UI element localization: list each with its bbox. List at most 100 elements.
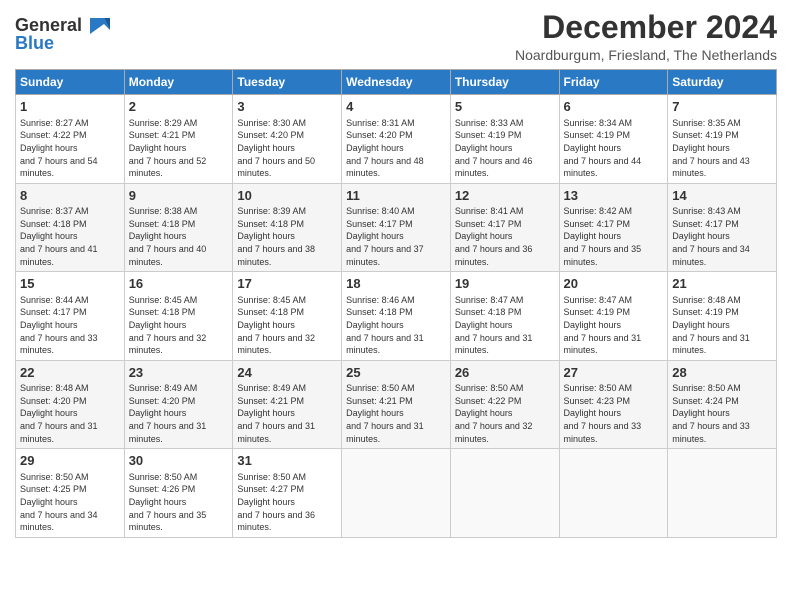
day-number: 26	[455, 364, 555, 382]
header: General Blue December 2024 Noardburgum, …	[15, 10, 777, 63]
cell-info: Sunrise: 8:38 AM Sunset: 4:18 PM Dayligh…	[129, 205, 229, 268]
day-number: 3	[237, 98, 337, 116]
day-cell: 20 Sunrise: 8:47 AM Sunset: 4:19 PM Dayl…	[559, 272, 668, 361]
day-cell	[559, 449, 668, 538]
cell-info: Sunrise: 8:37 AM Sunset: 4:18 PM Dayligh…	[20, 205, 120, 268]
page: General Blue December 2024 Noardburgum, …	[0, 0, 792, 612]
day-number: 9	[129, 187, 229, 205]
day-number: 13	[564, 187, 664, 205]
cell-info: Sunrise: 8:50 AM Sunset: 4:23 PM Dayligh…	[564, 382, 664, 445]
cell-info: Sunrise: 8:46 AM Sunset: 4:18 PM Dayligh…	[346, 294, 446, 357]
day-cell: 4 Sunrise: 8:31 AM Sunset: 4:20 PM Dayli…	[342, 95, 451, 184]
cell-info: Sunrise: 8:49 AM Sunset: 4:20 PM Dayligh…	[129, 382, 229, 445]
day-number: 4	[346, 98, 446, 116]
cell-info: Sunrise: 8:39 AM Sunset: 4:18 PM Dayligh…	[237, 205, 337, 268]
col-header-tuesday: Tuesday	[233, 70, 342, 95]
day-number: 17	[237, 275, 337, 293]
cell-info: Sunrise: 8:50 AM Sunset: 4:21 PM Dayligh…	[346, 382, 446, 445]
cell-info: Sunrise: 8:30 AM Sunset: 4:20 PM Dayligh…	[237, 117, 337, 180]
day-number: 12	[455, 187, 555, 205]
day-cell: 23 Sunrise: 8:49 AM Sunset: 4:20 PM Dayl…	[124, 360, 233, 449]
week-row-1: 1 Sunrise: 8:27 AM Sunset: 4:22 PM Dayli…	[16, 95, 777, 184]
cell-info: Sunrise: 8:41 AM Sunset: 4:17 PM Dayligh…	[455, 205, 555, 268]
day-cell: 21 Sunrise: 8:48 AM Sunset: 4:19 PM Dayl…	[668, 272, 777, 361]
cell-info: Sunrise: 8:48 AM Sunset: 4:20 PM Dayligh…	[20, 382, 120, 445]
day-cell: 10 Sunrise: 8:39 AM Sunset: 4:18 PM Dayl…	[233, 183, 342, 272]
day-cell: 8 Sunrise: 8:37 AM Sunset: 4:18 PM Dayli…	[16, 183, 125, 272]
day-cell: 7 Sunrise: 8:35 AM Sunset: 4:19 PM Dayli…	[668, 95, 777, 184]
day-cell: 26 Sunrise: 8:50 AM Sunset: 4:22 PM Dayl…	[450, 360, 559, 449]
day-cell	[668, 449, 777, 538]
day-cell: 27 Sunrise: 8:50 AM Sunset: 4:23 PM Dayl…	[559, 360, 668, 449]
day-cell: 28 Sunrise: 8:50 AM Sunset: 4:24 PM Dayl…	[668, 360, 777, 449]
cell-info: Sunrise: 8:50 AM Sunset: 4:27 PM Dayligh…	[237, 471, 337, 534]
day-number: 22	[20, 364, 120, 382]
day-cell: 17 Sunrise: 8:45 AM Sunset: 4:18 PM Dayl…	[233, 272, 342, 361]
week-row-3: 15 Sunrise: 8:44 AM Sunset: 4:17 PM Dayl…	[16, 272, 777, 361]
week-row-5: 29 Sunrise: 8:50 AM Sunset: 4:25 PM Dayl…	[16, 449, 777, 538]
col-header-monday: Monday	[124, 70, 233, 95]
day-number: 6	[564, 98, 664, 116]
cell-info: Sunrise: 8:27 AM Sunset: 4:22 PM Dayligh…	[20, 117, 120, 180]
day-number: 15	[20, 275, 120, 293]
day-number: 10	[237, 187, 337, 205]
cell-info: Sunrise: 8:34 AM Sunset: 4:19 PM Dayligh…	[564, 117, 664, 180]
col-header-sunday: Sunday	[16, 70, 125, 95]
day-cell: 14 Sunrise: 8:43 AM Sunset: 4:17 PM Dayl…	[668, 183, 777, 272]
day-number: 20	[564, 275, 664, 293]
week-row-4: 22 Sunrise: 8:48 AM Sunset: 4:20 PM Dayl…	[16, 360, 777, 449]
day-number: 29	[20, 452, 120, 470]
cell-info: Sunrise: 8:47 AM Sunset: 4:19 PM Dayligh…	[564, 294, 664, 357]
day-number: 27	[564, 364, 664, 382]
cell-info: Sunrise: 8:49 AM Sunset: 4:21 PM Dayligh…	[237, 382, 337, 445]
day-number: 19	[455, 275, 555, 293]
day-cell	[450, 449, 559, 538]
day-number: 24	[237, 364, 337, 382]
day-cell: 11 Sunrise: 8:40 AM Sunset: 4:17 PM Dayl…	[342, 183, 451, 272]
cell-info: Sunrise: 8:40 AM Sunset: 4:17 PM Dayligh…	[346, 205, 446, 268]
col-header-friday: Friday	[559, 70, 668, 95]
day-number: 21	[672, 275, 772, 293]
day-cell	[342, 449, 451, 538]
cell-info: Sunrise: 8:29 AM Sunset: 4:21 PM Dayligh…	[129, 117, 229, 180]
day-cell: 30 Sunrise: 8:50 AM Sunset: 4:26 PM Dayl…	[124, 449, 233, 538]
day-number: 2	[129, 98, 229, 116]
day-cell: 24 Sunrise: 8:49 AM Sunset: 4:21 PM Dayl…	[233, 360, 342, 449]
day-number: 23	[129, 364, 229, 382]
cell-info: Sunrise: 8:45 AM Sunset: 4:18 PM Dayligh…	[129, 294, 229, 357]
day-cell: 9 Sunrise: 8:38 AM Sunset: 4:18 PM Dayli…	[124, 183, 233, 272]
day-number: 25	[346, 364, 446, 382]
day-cell: 18 Sunrise: 8:46 AM Sunset: 4:18 PM Dayl…	[342, 272, 451, 361]
header-row: SundayMondayTuesdayWednesdayThursdayFrid…	[16, 70, 777, 95]
day-cell: 25 Sunrise: 8:50 AM Sunset: 4:21 PM Dayl…	[342, 360, 451, 449]
day-number: 16	[129, 275, 229, 293]
cell-info: Sunrise: 8:31 AM Sunset: 4:20 PM Dayligh…	[346, 117, 446, 180]
day-cell: 3 Sunrise: 8:30 AM Sunset: 4:20 PM Dayli…	[233, 95, 342, 184]
cell-info: Sunrise: 8:50 AM Sunset: 4:26 PM Dayligh…	[129, 471, 229, 534]
day-number: 31	[237, 452, 337, 470]
col-header-saturday: Saturday	[668, 70, 777, 95]
logo: General Blue	[15, 14, 112, 54]
day-number: 5	[455, 98, 555, 116]
cell-info: Sunrise: 8:47 AM Sunset: 4:18 PM Dayligh…	[455, 294, 555, 357]
cell-info: Sunrise: 8:35 AM Sunset: 4:19 PM Dayligh…	[672, 117, 772, 180]
day-number: 18	[346, 275, 446, 293]
day-cell: 13 Sunrise: 8:42 AM Sunset: 4:17 PM Dayl…	[559, 183, 668, 272]
day-number: 1	[20, 98, 120, 116]
day-cell: 16 Sunrise: 8:45 AM Sunset: 4:18 PM Dayl…	[124, 272, 233, 361]
title-area: December 2024 Noardburgum, Friesland, Th…	[515, 10, 777, 63]
day-cell: 31 Sunrise: 8:50 AM Sunset: 4:27 PM Dayl…	[233, 449, 342, 538]
week-row-2: 8 Sunrise: 8:37 AM Sunset: 4:18 PM Dayli…	[16, 183, 777, 272]
month-title: December 2024	[515, 10, 777, 45]
day-number: 30	[129, 452, 229, 470]
day-cell: 1 Sunrise: 8:27 AM Sunset: 4:22 PM Dayli…	[16, 95, 125, 184]
col-header-thursday: Thursday	[450, 70, 559, 95]
day-cell: 12 Sunrise: 8:41 AM Sunset: 4:17 PM Dayl…	[450, 183, 559, 272]
day-number: 14	[672, 187, 772, 205]
cell-info: Sunrise: 8:50 AM Sunset: 4:25 PM Dayligh…	[20, 471, 120, 534]
cell-info: Sunrise: 8:43 AM Sunset: 4:17 PM Dayligh…	[672, 205, 772, 268]
cell-info: Sunrise: 8:44 AM Sunset: 4:17 PM Dayligh…	[20, 294, 120, 357]
cell-info: Sunrise: 8:48 AM Sunset: 4:19 PM Dayligh…	[672, 294, 772, 357]
day-number: 28	[672, 364, 772, 382]
cell-info: Sunrise: 8:45 AM Sunset: 4:18 PM Dayligh…	[237, 294, 337, 357]
